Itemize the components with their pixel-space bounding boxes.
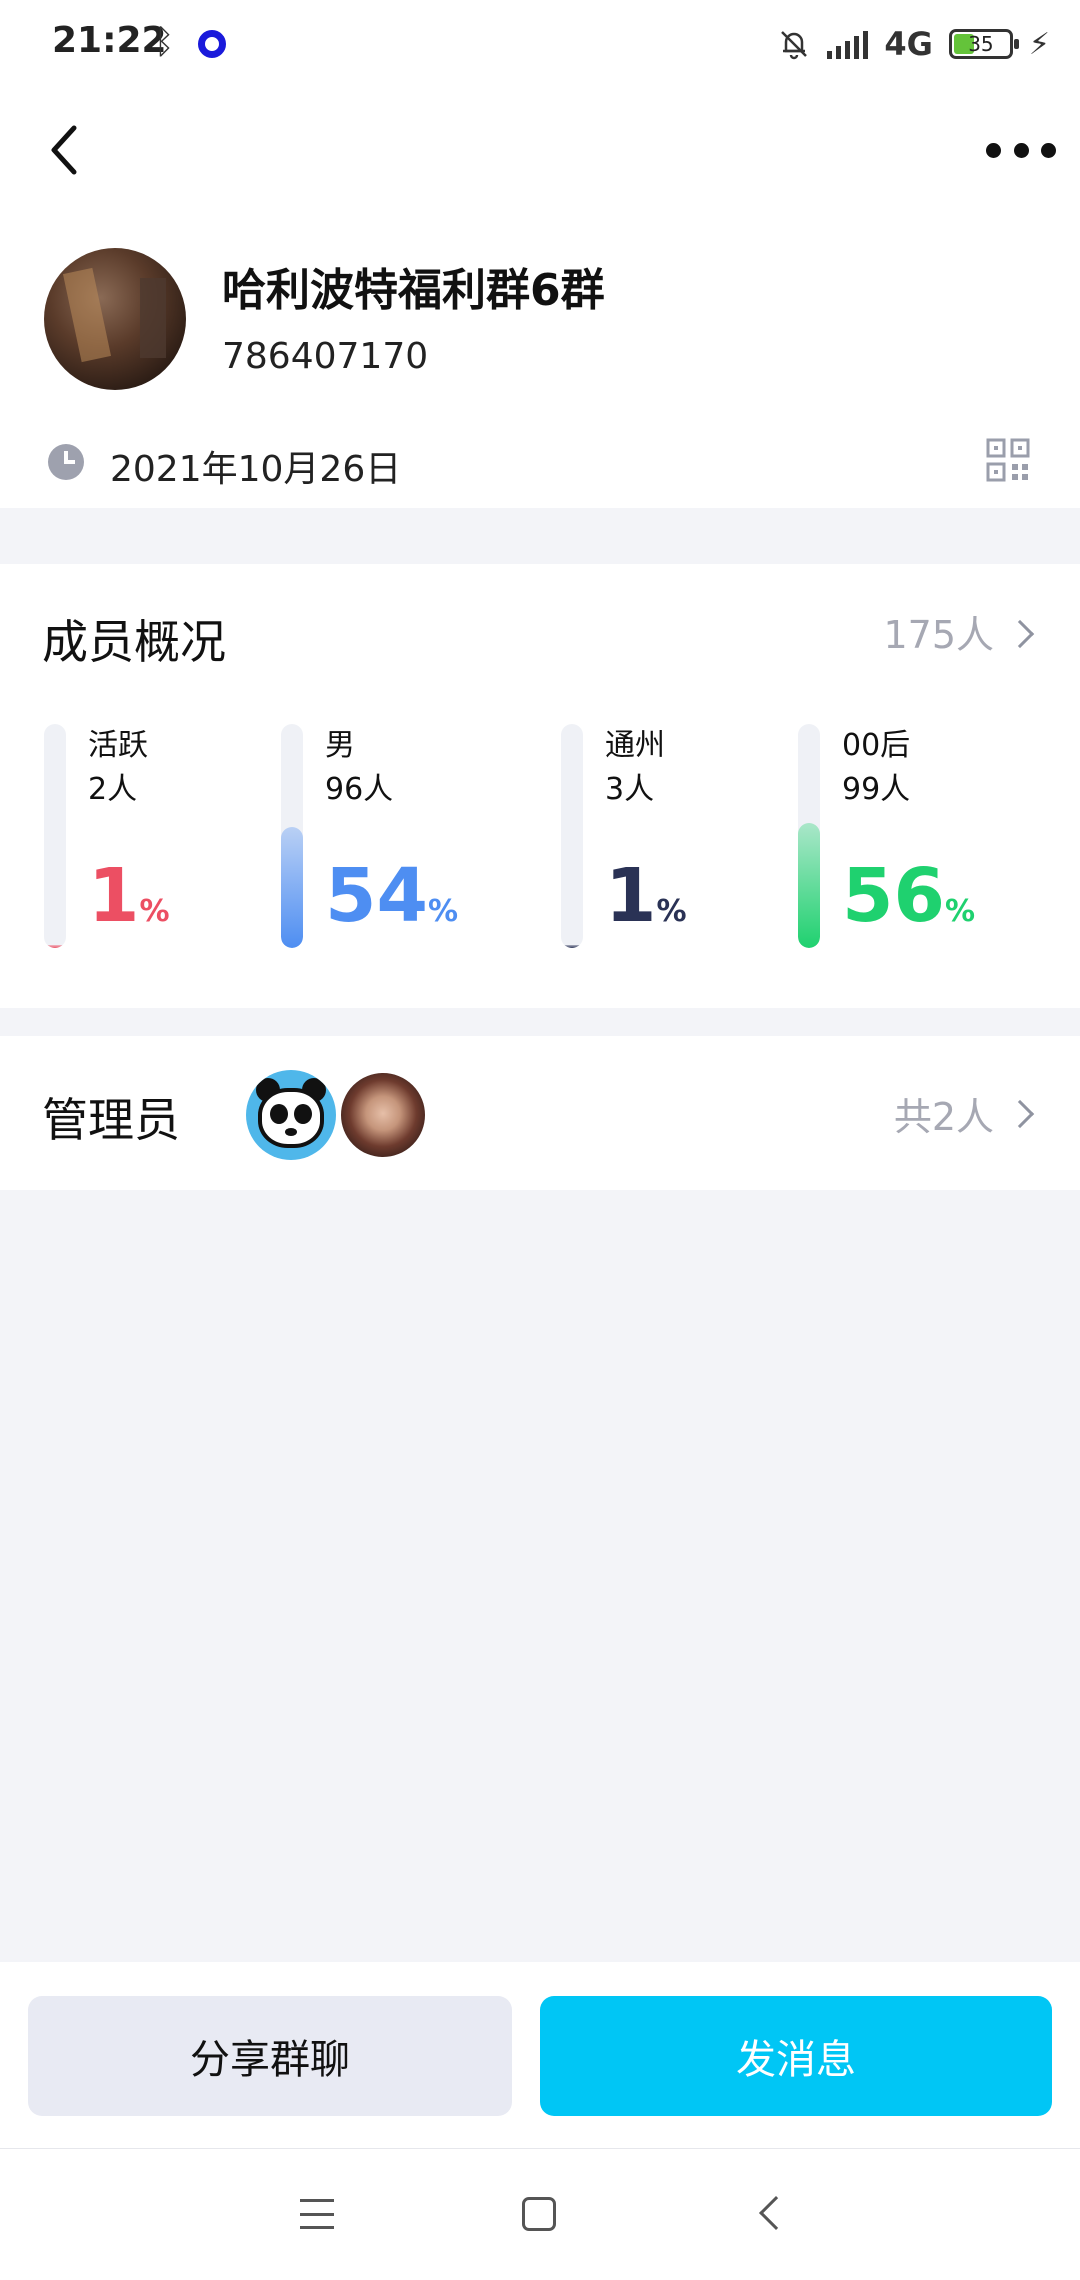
stat-fill: [561, 944, 583, 948]
stat-label: 00后: [842, 728, 911, 763]
stat-percent: 1%: [88, 853, 170, 939]
action-bar: 分享群聊 发消息: [0, 1962, 1080, 2148]
battery-level: 35: [968, 32, 994, 56]
signal-icon: [827, 29, 869, 59]
status-bar: 21:22 ᛒ 4G 35 ⚡: [0, 0, 1080, 88]
created-date: 2021年10月26日: [110, 449, 402, 490]
network-type: 4G: [884, 25, 933, 63]
stat-percent: 1%: [605, 853, 687, 939]
stat-count: 99人: [842, 772, 911, 807]
stat-age: 00后 99人 56%: [798, 724, 1018, 948]
bluetooth-icon: ᛒ: [154, 22, 175, 62]
group-avatar[interactable]: [44, 248, 186, 390]
charging-icon: ⚡: [1028, 26, 1050, 62]
chevron-right-icon: [1005, 619, 1035, 649]
recent-apps-icon[interactable]: [300, 2199, 334, 2229]
group-name: 哈利波特福利群6群: [222, 265, 605, 316]
member-overview-title: 成员概况: [42, 615, 226, 669]
stat-fill: [44, 944, 66, 948]
status-time: 21:22: [52, 20, 167, 61]
nav-back-icon[interactable]: [759, 2196, 793, 2230]
member-count: 175人: [883, 613, 994, 657]
stat-percent: 56%: [842, 853, 976, 939]
share-group-button[interactable]: 分享群聊: [28, 1996, 512, 2116]
mute-bell-icon: [781, 31, 808, 60]
group-header: 哈利波特福利群6群 786407170 2021年10月26日: [0, 88, 1080, 508]
stat-fill: [281, 827, 303, 948]
stat-label: 通州: [605, 728, 665, 763]
stat-fill: [798, 822, 820, 948]
stat-percent: 54%: [325, 853, 459, 939]
admin-avatar: [246, 1070, 336, 1160]
stat-bar: [798, 724, 820, 948]
app-notification-icon: [198, 30, 226, 58]
admin-count: 共2人: [893, 1095, 994, 1139]
stat-active: 活跃 2人 1%: [44, 724, 264, 948]
chevron-right-icon: [1005, 1099, 1035, 1129]
battery-icon: 35: [948, 29, 1019, 59]
more-options-icon[interactable]: [986, 128, 1056, 172]
stat-count: 96人: [325, 772, 394, 807]
send-message-button[interactable]: 发消息: [540, 1996, 1052, 2116]
stat-region: 通州 3人 1%: [561, 724, 781, 948]
system-nav-bar: [0, 2148, 1080, 2280]
stat-label: 活跃: [88, 728, 148, 763]
stat-count: 3人: [605, 772, 655, 807]
stat-bar: [561, 724, 583, 948]
stat-label: 男: [325, 728, 355, 763]
clock-icon: [48, 444, 84, 480]
stat-bar: [281, 724, 303, 948]
member-overview[interactable]: 成员概况 175人 活跃 2人 1% 男 96人 54% 通州 3人 1% 00…: [0, 564, 1080, 1008]
stat-count: 2人: [88, 772, 138, 807]
group-id: 786407170: [222, 336, 429, 377]
admin-avatar: [338, 1070, 428, 1160]
qr-code-icon[interactable]: [986, 438, 1030, 482]
admin-title: 管理员: [42, 1093, 180, 1147]
home-icon[interactable]: [522, 2197, 556, 2231]
admin-row[interactable]: 管理员 共2人: [0, 1036, 1080, 1190]
stat-bar: [44, 724, 66, 948]
back-arrow-icon[interactable]: [40, 118, 100, 182]
stat-male: 男 96人 54%: [281, 724, 501, 948]
